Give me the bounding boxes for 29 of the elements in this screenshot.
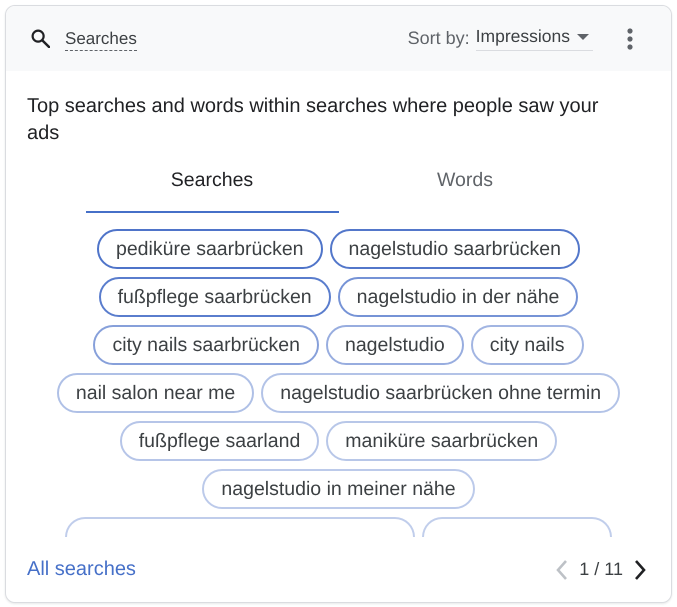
- keyword-chip[interactable]: [422, 517, 612, 537]
- all-searches-link[interactable]: All searches: [27, 558, 136, 581]
- keyword-chip[interactable]: pediküre saarbrücken: [96, 229, 323, 269]
- keyword-chip[interactable]: nagelstudio in meiner nähe: [202, 469, 475, 509]
- keyword-chip[interactable]: city nails saarbrücken: [93, 325, 319, 365]
- keyword-chip[interactable]: fußpflege saarbrücken: [98, 277, 331, 317]
- keyword-chip[interactable]: nagelstudio: [326, 325, 464, 365]
- page-indicator: 1 / 11: [579, 559, 623, 580]
- search-icon: [31, 29, 50, 48]
- keyword-chip[interactable]: nagelstudio saarbrücken: [330, 229, 580, 269]
- tab[interactable]: Words: [338, 151, 592, 213]
- sort-label: Sort by:: [408, 28, 470, 49]
- keyword-chip[interactable]: nagelstudio saarbrücken ohne termin: [261, 373, 620, 413]
- chevron-left-icon: [555, 558, 570, 580]
- caret-icon: [577, 34, 589, 40]
- more-options-icon: [626, 26, 634, 50]
- chevron-right-icon: [633, 558, 647, 580]
- keyword-chip[interactable]: nagelstudio in der nähe: [338, 277, 578, 317]
- keyword-chip[interactable]: [65, 517, 415, 537]
- sort-dropdown[interactable]: Impressions: [476, 26, 593, 51]
- keyword-chip[interactable]: city nails: [470, 325, 584, 365]
- keyword-chip[interactable]: nail salon near me: [56, 373, 254, 413]
- description-text: Top searches and words within searches where people saw your ads: [27, 94, 600, 146]
- tab[interactable]: Searches: [86, 151, 338, 213]
- next-page-button[interactable]: [633, 558, 647, 580]
- card-title: Searches: [65, 29, 137, 51]
- keyword-chip[interactable]: maniküre saarbrücken: [326, 421, 558, 461]
- keyword-chip[interactable]: fußpflege saarland: [120, 421, 320, 461]
- more-options-button[interactable]: [626, 26, 634, 50]
